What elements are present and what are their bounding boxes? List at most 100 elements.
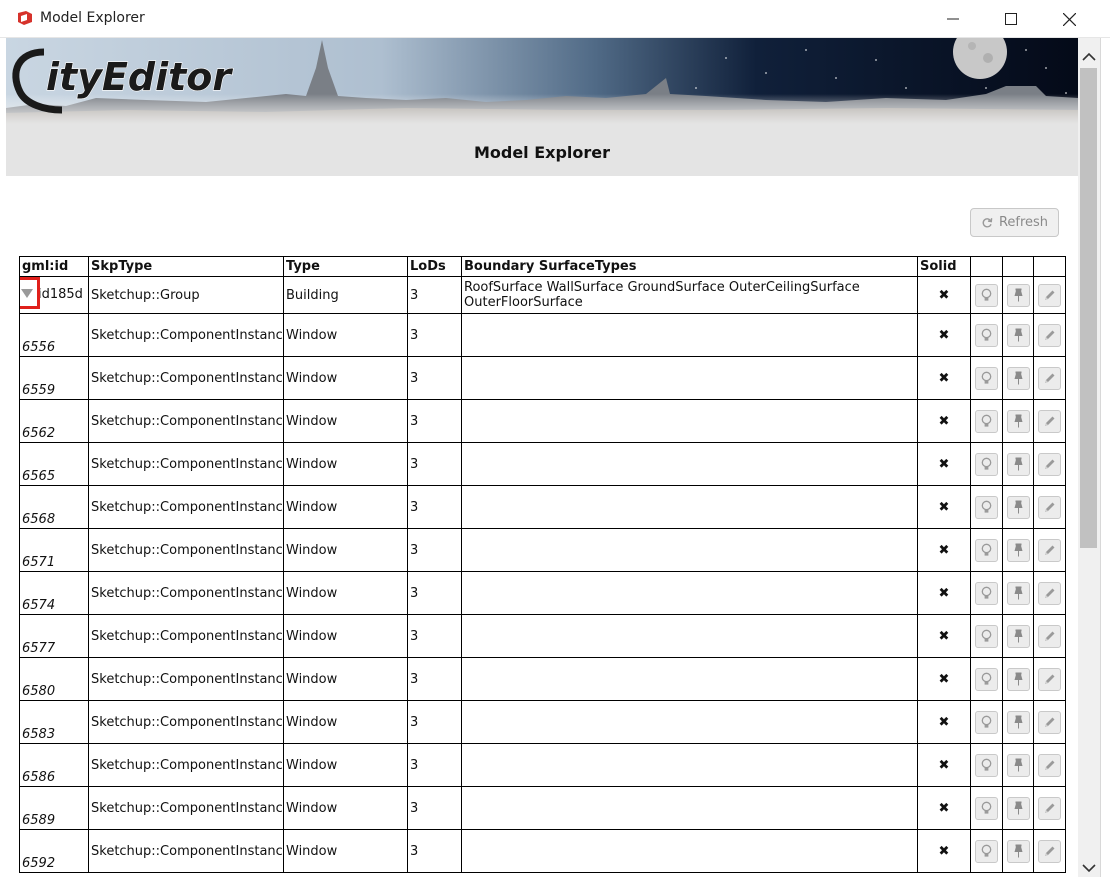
pin-button[interactable] bbox=[1006, 452, 1030, 476]
cell-action bbox=[970, 614, 1003, 658]
cell-action bbox=[1033, 442, 1066, 486]
pin-button[interactable] bbox=[1006, 796, 1030, 820]
cell-action bbox=[970, 442, 1003, 486]
cell-solid: ✖ bbox=[917, 356, 971, 400]
pin-button[interactable] bbox=[1006, 753, 1030, 777]
table-row[interactable]: 6568 Sketchup::ComponentInstance Window 3 ✖ bbox=[19, 485, 1066, 529]
table-row[interactable]: 6577 Sketchup::ComponentInstance Window 3 ✖ bbox=[19, 614, 1066, 658]
close-button[interactable] bbox=[1040, 0, 1098, 38]
pencil-icon bbox=[1043, 587, 1056, 600]
pin-button[interactable] bbox=[1006, 538, 1030, 562]
highlight-button[interactable] bbox=[975, 624, 998, 648]
bulb-icon bbox=[980, 328, 993, 342]
cell-action bbox=[970, 313, 1003, 357]
highlight-button[interactable] bbox=[975, 323, 998, 347]
pin-button[interactable] bbox=[1006, 581, 1030, 605]
sketchup-icon bbox=[17, 10, 33, 26]
highlight-button[interactable] bbox=[975, 796, 998, 820]
highlight-button[interactable] bbox=[975, 753, 998, 777]
cell-gml-id: 6568 bbox=[19, 485, 89, 529]
edit-button[interactable] bbox=[1038, 409, 1061, 433]
cell-lods: 3 bbox=[407, 399, 462, 443]
edit-button[interactable] bbox=[1038, 667, 1061, 691]
minimize-icon bbox=[947, 18, 959, 20]
cell-solid: ✖ bbox=[917, 700, 971, 744]
edit-button[interactable] bbox=[1038, 323, 1061, 347]
cell-action bbox=[1002, 356, 1034, 400]
table-row[interactable]: 6586 Sketchup::ComponentInstance Window 3 ✖ bbox=[19, 743, 1066, 787]
edit-button[interactable] bbox=[1038, 495, 1061, 519]
pencil-icon bbox=[1043, 673, 1056, 686]
edit-button[interactable] bbox=[1038, 796, 1061, 820]
edit-button[interactable] bbox=[1038, 839, 1061, 863]
highlight-button[interactable] bbox=[975, 538, 998, 562]
edit-button[interactable] bbox=[1038, 753, 1061, 777]
edit-button[interactable] bbox=[1038, 366, 1061, 390]
scroll-up-button[interactable] bbox=[1078, 46, 1100, 66]
cell-action bbox=[970, 356, 1003, 400]
cell-action bbox=[1002, 528, 1034, 572]
table-row[interactable]: 6559 Sketchup::ComponentInstance Window 3 ✖ bbox=[19, 356, 1066, 400]
table-row[interactable]: id185d Sketchup::Group Building 3 RoofSurfac… bbox=[19, 276, 1066, 314]
pin-button[interactable] bbox=[1006, 495, 1030, 519]
cell-skp-type: Sketchup::Group bbox=[88, 276, 284, 314]
cell-skp-type: Sketchup::ComponentInstance bbox=[88, 571, 284, 615]
pin-button[interactable] bbox=[1006, 323, 1030, 347]
column-header-boundary-surface-types: Boundary SurfaceTypes bbox=[461, 256, 918, 277]
table-row[interactable]: 6592 Sketchup::ComponentInstance Window 3 ✖ bbox=[19, 829, 1066, 873]
cell-solid: ✖ bbox=[917, 657, 971, 701]
page-header: Model Explorer bbox=[6, 124, 1078, 176]
table-row[interactable]: 6580 Sketchup::ComponentInstance Window 3 ✖ bbox=[19, 657, 1066, 701]
pin-button[interactable] bbox=[1006, 366, 1030, 390]
highlight-button[interactable] bbox=[975, 409, 998, 433]
table-row[interactable]: 6583 Sketchup::ComponentInstance Window 3 ✖ bbox=[19, 700, 1066, 744]
edit-button[interactable] bbox=[1038, 581, 1061, 605]
table-row[interactable]: 6571 Sketchup::ComponentInstance Window 3 ✖ bbox=[19, 528, 1066, 572]
highlight-button[interactable] bbox=[975, 283, 998, 307]
cell-lods: 3 bbox=[407, 571, 462, 615]
pin-button[interactable] bbox=[1006, 624, 1030, 648]
table-row[interactable]: 6556 Sketchup::ComponentInstance Window 3 ✖ bbox=[19, 313, 1066, 357]
refresh-icon bbox=[982, 217, 993, 228]
pin-button[interactable] bbox=[1006, 283, 1030, 307]
expand-toggle[interactable] bbox=[20, 277, 40, 309]
edit-button[interactable] bbox=[1038, 538, 1061, 562]
pin-button[interactable] bbox=[1006, 667, 1030, 691]
edit-button[interactable] bbox=[1038, 283, 1061, 307]
highlight-button[interactable] bbox=[975, 366, 998, 390]
cell-gml-id: 6565 bbox=[19, 442, 89, 486]
minimize-button[interactable] bbox=[924, 0, 982, 38]
highlight-button[interactable] bbox=[975, 667, 998, 691]
cell-skp-type: Sketchup::ComponentInstance bbox=[88, 399, 284, 443]
table-row[interactable]: 6565 Sketchup::ComponentInstance Window 3 ✖ bbox=[19, 442, 1066, 486]
highlight-button[interactable] bbox=[975, 452, 998, 476]
cell-type: Window bbox=[283, 313, 408, 357]
refresh-button[interactable]: Refresh bbox=[970, 208, 1059, 237]
edit-button[interactable] bbox=[1038, 624, 1061, 648]
pin-icon bbox=[1013, 801, 1024, 815]
pin-button[interactable] bbox=[1006, 839, 1030, 863]
table-row[interactable]: 6574 Sketchup::ComponentInstance Window 3 ✖ bbox=[19, 571, 1066, 615]
pin-button[interactable] bbox=[1006, 409, 1030, 433]
scroll-down-button[interactable] bbox=[1078, 858, 1100, 878]
maximize-button[interactable] bbox=[982, 0, 1040, 38]
highlight-button[interactable] bbox=[975, 495, 998, 519]
table-row[interactable]: 6589 Sketchup::ComponentInstance Window 3 ✖ bbox=[19, 786, 1066, 830]
title-bar: Model Explorer bbox=[0, 0, 1110, 38]
cell-solid: ✖ bbox=[917, 786, 971, 830]
edit-button[interactable] bbox=[1038, 710, 1061, 734]
vertical-scrollbar[interactable] bbox=[1078, 38, 1100, 877]
table-header-row: gml:id SkpType Type LoDs Boundary Surfac… bbox=[19, 256, 1066, 277]
cell-skp-type: Sketchup::ComponentInstance bbox=[88, 786, 284, 830]
table-row[interactable]: 6562 Sketchup::ComponentInstance Window 3 ✖ bbox=[19, 399, 1066, 443]
cell-gml-id: 6589 bbox=[19, 786, 89, 830]
pin-button[interactable] bbox=[1006, 710, 1030, 734]
cell-action bbox=[1002, 313, 1034, 357]
highlight-button[interactable] bbox=[975, 839, 998, 863]
scrollbar-thumb[interactable] bbox=[1080, 68, 1097, 548]
highlight-button[interactable] bbox=[975, 710, 998, 734]
pin-icon bbox=[1013, 288, 1024, 302]
highlight-button[interactable] bbox=[975, 581, 998, 605]
pin-icon bbox=[1013, 715, 1024, 729]
edit-button[interactable] bbox=[1038, 452, 1061, 476]
